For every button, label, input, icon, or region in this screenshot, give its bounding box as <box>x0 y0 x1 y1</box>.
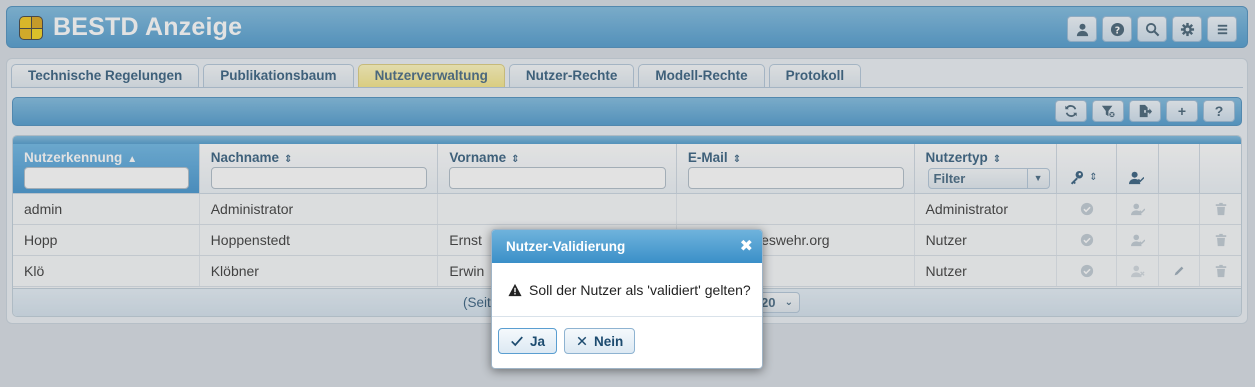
times-icon <box>577 336 587 346</box>
dialog-title: Nutzer-Validierung <box>506 239 626 254</box>
warning-icon <box>508 283 522 296</box>
yes-button[interactable]: Ja <box>498 328 558 354</box>
dialog-body: Soll der Nutzer als 'validiert' gelten? <box>492 263 762 317</box>
dialog-message: Soll der Nutzer als 'validiert' gelten? <box>529 281 751 298</box>
validation-dialog: Nutzer-Validierung ✖ Soll der Nutzer als… <box>491 229 763 369</box>
no-button[interactable]: Nein <box>564 328 636 354</box>
dialog-title-bar: Nutzer-Validierung ✖ <box>492 230 762 263</box>
check-icon <box>511 336 523 347</box>
close-icon[interactable]: ✖ <box>740 230 753 264</box>
